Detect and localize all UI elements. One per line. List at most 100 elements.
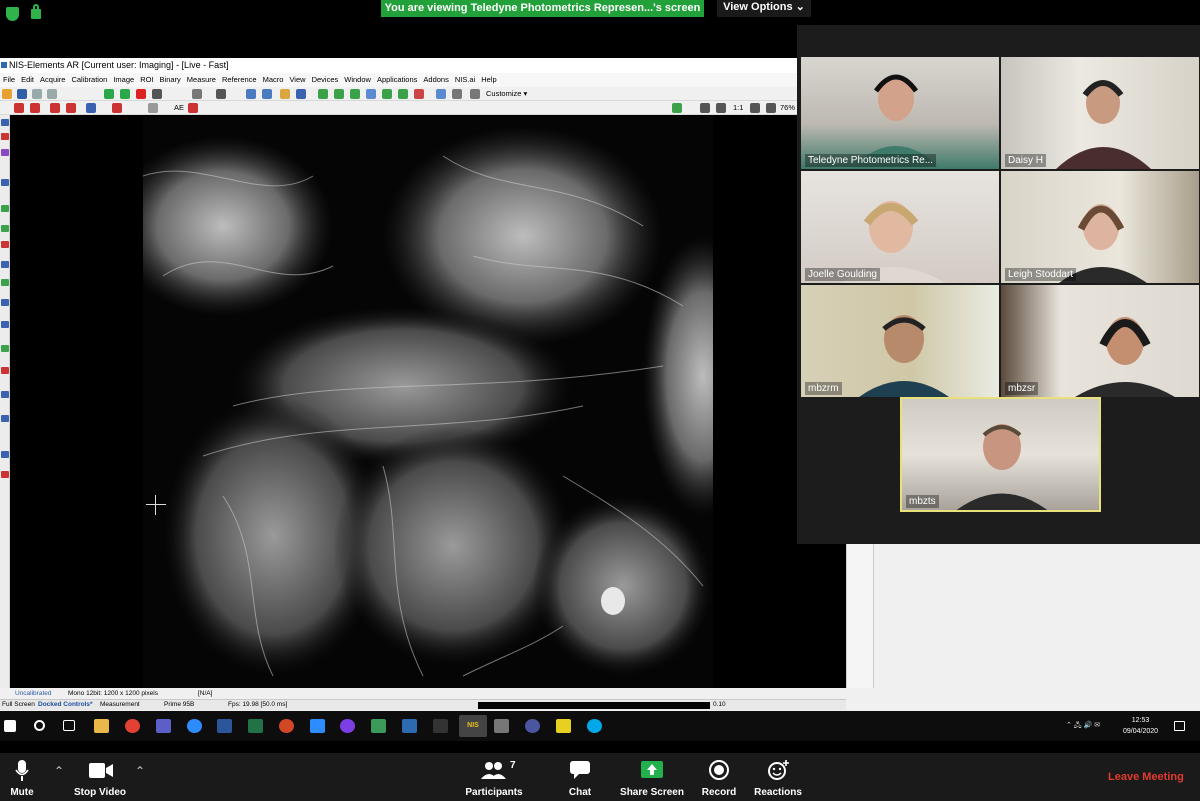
record-icon[interactable] bbox=[136, 89, 146, 99]
excel-icon[interactable] bbox=[248, 719, 263, 733]
mute-button[interactable]: Mute bbox=[0, 753, 44, 801]
menu-window[interactable]: Window bbox=[341, 73, 374, 87]
tab-measurement[interactable]: Measurement bbox=[100, 700, 140, 710]
tool-icon[interactable] bbox=[30, 103, 40, 113]
tool-icon[interactable] bbox=[716, 103, 726, 113]
participant-tile[interactable]: Daisy H bbox=[1001, 57, 1199, 169]
tool-icon[interactable] bbox=[672, 103, 682, 113]
audio-options-caret-icon[interactable]: ⌃ bbox=[53, 765, 65, 777]
auto-exposure-icon[interactable]: AE bbox=[174, 101, 184, 115]
tool-icon[interactable] bbox=[398, 89, 408, 99]
participant-tile[interactable]: Joelle Goulding bbox=[801, 171, 999, 283]
menu-addons[interactable]: Addons bbox=[420, 73, 451, 87]
windows-start-icon[interactable] bbox=[4, 720, 16, 732]
participant-tile[interactable]: mbzrm bbox=[801, 285, 999, 397]
menu-image[interactable]: Image bbox=[110, 73, 137, 87]
tool-icon[interactable] bbox=[1, 133, 9, 140]
menu-edit[interactable]: Edit bbox=[18, 73, 37, 87]
leave-meeting-button[interactable]: Leave Meeting bbox=[1108, 771, 1184, 783]
arrow-up-icon[interactable] bbox=[262, 89, 272, 99]
video-options-caret-icon[interactable]: ⌃ bbox=[134, 765, 146, 777]
tray-icons[interactable]: ⌃ 🖧 🔊 ✉ bbox=[1066, 711, 1100, 741]
participants-button[interactable]: 7 Participants bbox=[464, 753, 524, 801]
zoom-ratio[interactable]: 1:1 bbox=[733, 101, 743, 115]
participant-tile[interactable]: mbzsr bbox=[1001, 285, 1199, 397]
open-folder-icon[interactable] bbox=[2, 89, 12, 99]
menu-file[interactable]: File bbox=[0, 73, 18, 87]
folder-icon[interactable] bbox=[280, 89, 290, 99]
tab-docked-controls[interactable]: Docked Controls* bbox=[38, 700, 93, 710]
tool-icon[interactable] bbox=[1, 205, 9, 212]
participant-tile[interactable]: Leigh Stoddart bbox=[1001, 171, 1199, 283]
view-options-button[interactable]: View Options ⌄ bbox=[717, 0, 811, 17]
powerpoint-icon[interactable] bbox=[279, 719, 294, 733]
app-icon[interactable] bbox=[402, 719, 417, 733]
tool-icon[interactable] bbox=[1, 471, 9, 478]
menu-measure[interactable]: Measure bbox=[184, 73, 219, 87]
menu-acquire[interactable]: Acquire bbox=[37, 73, 68, 87]
tool-icon[interactable] bbox=[1, 225, 9, 232]
tool-icon[interactable] bbox=[14, 103, 24, 113]
tool-icon[interactable] bbox=[112, 103, 122, 113]
reactions-button[interactable]: Reactions bbox=[754, 753, 802, 801]
file-explorer-icon[interactable] bbox=[94, 719, 109, 733]
tool-icon[interactable] bbox=[382, 89, 392, 99]
menu-macro[interactable]: Macro bbox=[260, 73, 287, 87]
menu-applications[interactable]: Applications bbox=[374, 73, 420, 87]
share-screen-button[interactable]: Share Screen bbox=[618, 753, 686, 801]
chat-button[interactable]: Chat bbox=[558, 753, 602, 801]
arrow-down-icon[interactable] bbox=[246, 89, 256, 99]
tool-icon[interactable] bbox=[366, 89, 376, 99]
tool-icon[interactable] bbox=[1, 279, 9, 286]
zoom-app-icon[interactable] bbox=[187, 719, 202, 733]
tool-icon[interactable] bbox=[452, 89, 462, 99]
tool-icon[interactable] bbox=[1, 415, 9, 422]
redo-icon[interactable] bbox=[47, 89, 57, 99]
stop-video-button[interactable]: Stop Video bbox=[70, 753, 130, 801]
app-icon[interactable] bbox=[371, 719, 386, 733]
chrome-icon[interactable] bbox=[125, 719, 140, 733]
tool-icon[interactable] bbox=[1, 321, 9, 328]
tool-icon[interactable] bbox=[1, 149, 9, 156]
menu-view[interactable]: View bbox=[286, 73, 308, 87]
close-icon[interactable] bbox=[66, 103, 76, 113]
tool-icon[interactable] bbox=[148, 103, 158, 113]
menu-help[interactable]: Help bbox=[478, 73, 499, 87]
menu-calibration[interactable]: Calibration bbox=[68, 73, 110, 87]
settings-icon[interactable] bbox=[192, 89, 202, 99]
tool-icon[interactable] bbox=[350, 89, 360, 99]
save-icon[interactable] bbox=[17, 89, 27, 99]
task-view-icon[interactable] bbox=[63, 720, 75, 731]
zoom-out-icon[interactable] bbox=[766, 103, 776, 113]
tool-icon[interactable] bbox=[50, 103, 60, 113]
participant-tile-active-speaker[interactable]: mbzts bbox=[900, 397, 1101, 512]
undo-icon[interactable] bbox=[32, 89, 42, 99]
app-icon[interactable] bbox=[433, 719, 448, 733]
live-image-viewport[interactable] bbox=[10, 115, 846, 688]
camera-icon[interactable] bbox=[152, 89, 162, 99]
menu-devices[interactable]: Devices bbox=[309, 73, 342, 87]
app-icon[interactable] bbox=[494, 719, 509, 733]
teams-icon[interactable] bbox=[156, 719, 171, 733]
tool-icon[interactable] bbox=[1, 367, 9, 374]
tool-icon[interactable] bbox=[436, 89, 446, 99]
play-icon[interactable] bbox=[104, 89, 114, 99]
tool-icon[interactable] bbox=[1, 241, 9, 248]
tool-icon[interactable] bbox=[414, 89, 424, 99]
sum-icon[interactable] bbox=[216, 89, 226, 99]
word-icon[interactable] bbox=[217, 719, 232, 733]
tool-icon[interactable] bbox=[334, 89, 344, 99]
menu-roi[interactable]: ROI bbox=[137, 73, 156, 87]
tool-icon[interactable] bbox=[1, 119, 9, 126]
menu-reference[interactable]: Reference bbox=[219, 73, 260, 87]
notifications-icon[interactable] bbox=[1174, 721, 1185, 731]
zoom-in-icon[interactable] bbox=[750, 103, 760, 113]
tab-full-screen[interactable]: Full Screen bbox=[2, 700, 35, 710]
tool-icon[interactable] bbox=[700, 103, 710, 113]
tool-icon[interactable] bbox=[1, 299, 9, 306]
nis-taskbar-button[interactable]: NIS bbox=[459, 715, 487, 737]
participant-tile[interactable]: Teledyne Photometrics Re... bbox=[801, 57, 999, 169]
capture-icon[interactable] bbox=[120, 89, 130, 99]
tool-icon[interactable] bbox=[318, 89, 328, 99]
binoculars-icon[interactable] bbox=[296, 89, 306, 99]
